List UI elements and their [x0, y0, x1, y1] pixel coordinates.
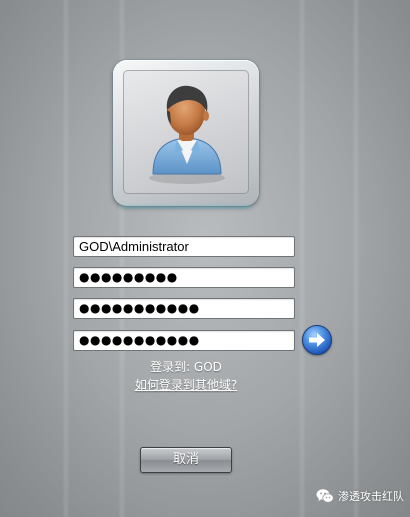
watermark: 渗透攻击红队 [316, 488, 404, 504]
background-streak [352, 0, 360, 517]
watermark-text: 渗透攻击红队 [338, 490, 404, 503]
domain-label: 登录到: GOD [150, 360, 222, 374]
submit-arrow-button[interactable] [302, 325, 332, 355]
background-streak [298, 0, 306, 517]
user-avatar-frame [113, 60, 259, 209]
arrow-right-icon [309, 333, 325, 347]
wechat-icon [316, 489, 334, 503]
domain-help-link[interactable]: 如何登录到其他域? [73, 376, 299, 393]
user-avatar-icon [123, 70, 249, 194]
username-field[interactable]: GOD\Administrator [73, 236, 295, 257]
background-streak [62, 0, 70, 517]
new-password-field[interactable]: ●●●●●●●●●●● [73, 298, 295, 319]
cancel-button[interactable]: 取消 [140, 447, 232, 473]
confirm-password-field[interactable]: ●●●●●●●●●●● [73, 330, 295, 351]
password-field[interactable]: ●●●●●●●●● [73, 267, 295, 288]
